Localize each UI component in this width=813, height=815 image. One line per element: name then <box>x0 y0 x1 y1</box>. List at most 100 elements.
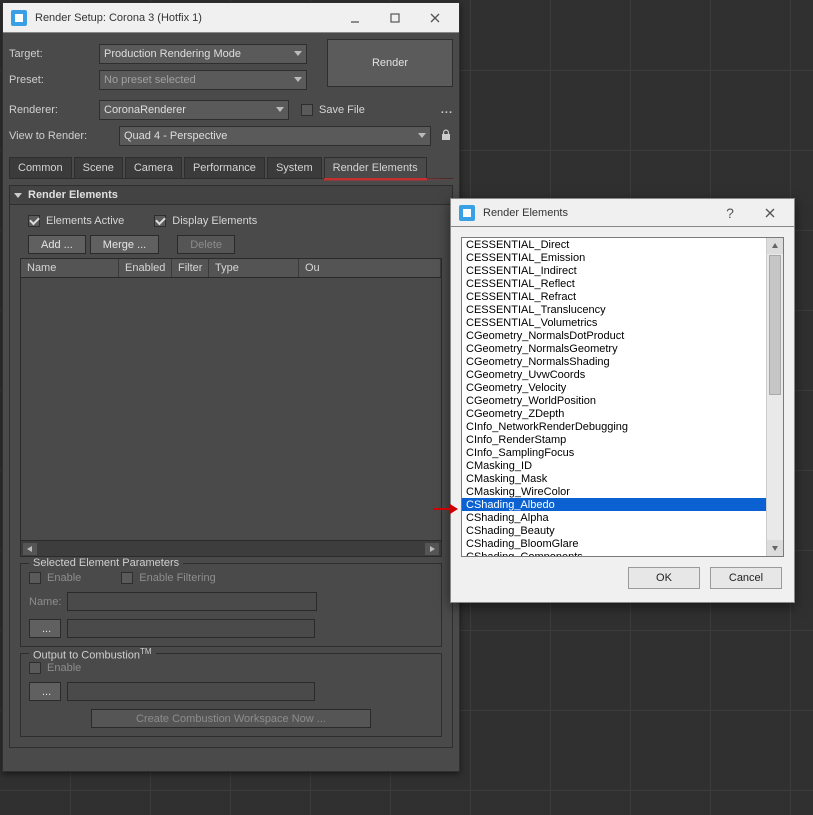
col-name[interactable]: Name <box>21 259 119 277</box>
tab-common[interactable]: Common <box>9 157 72 178</box>
combustion-legend: Output to CombustionTM <box>29 647 156 662</box>
tab-system[interactable]: System <box>267 157 322 178</box>
dialog-titlebar[interactable]: Render Elements ? <box>451 199 794 227</box>
table-header: Name Enabled Filter Type Ou <box>21 259 441 278</box>
scroll-right-icon[interactable] <box>425 543 439 555</box>
enable-filtering-checkbox[interactable]: Enable Filtering <box>121 572 215 584</box>
list-item[interactable]: CGeometry_NormalsShading <box>462 355 766 368</box>
list-item[interactable]: CESSENTIAL_Refract <box>462 290 766 303</box>
list-item[interactable]: CGeometry_ZDepth <box>462 407 766 420</box>
list-item[interactable]: CESSENTIAL_Volumetrics <box>462 316 766 329</box>
list-item[interactable]: CESSENTIAL_Emission <box>462 251 766 264</box>
checkbox-icon <box>29 662 41 674</box>
combustion-enable-checkbox[interactable]: Enable <box>29 662 433 674</box>
chevron-down-icon <box>276 107 284 112</box>
checkbox-icon <box>29 572 41 584</box>
display-elements-checkbox[interactable]: Display Elements <box>154 215 257 227</box>
render-button[interactable]: Render <box>327 39 453 87</box>
list-item[interactable]: CShading_Albedo <box>462 498 766 511</box>
render-elements-dialog: Render Elements ? CESSENTIAL_DirectCESSE… <box>450 198 795 603</box>
element-name-input[interactable] <box>67 592 317 611</box>
checkbox-icon <box>28 215 40 227</box>
element-name-label: Name: <box>29 596 61 608</box>
preset-select[interactable]: No preset selected <box>99 70 307 90</box>
selected-params-legend: Selected Element Parameters <box>29 557 183 569</box>
save-file-checkbox[interactable]: Save File <box>301 104 365 116</box>
list-item[interactable]: CMasking_Mask <box>462 472 766 485</box>
list-item[interactable]: CESSENTIAL_Translucency <box>462 303 766 316</box>
preset-label: Preset: <box>9 74 99 86</box>
list-item[interactable]: CShading_Beauty <box>462 524 766 537</box>
list-item[interactable]: CMasking_ID <box>462 459 766 472</box>
cancel-button[interactable]: Cancel <box>710 567 782 589</box>
checkbox-icon <box>154 215 166 227</box>
ok-button[interactable]: OK <box>628 567 700 589</box>
list-item[interactable]: CShading_Components <box>462 550 766 556</box>
col-output[interactable]: Ou <box>299 259 441 277</box>
app-icon <box>11 10 27 26</box>
list-item[interactable]: CShading_Alpha <box>462 511 766 524</box>
add-button[interactable]: Add ... <box>28 235 86 254</box>
collapse-icon <box>14 193 22 198</box>
list-item[interactable]: CGeometry_UvwCoords <box>462 368 766 381</box>
elements-table: Name Enabled Filter Type Ou <box>20 258 442 557</box>
renderer-label: Renderer: <box>9 104 99 116</box>
list-item[interactable]: CESSENTIAL_Direct <box>462 238 766 251</box>
list-item[interactable]: CInfo_SamplingFocus <box>462 446 766 459</box>
render-elements-rollout-header[interactable]: Render Elements <box>9 185 453 205</box>
element-path-browse[interactable]: ... <box>29 619 61 638</box>
create-combustion-button[interactable]: Create Combustion Workspace Now ... <box>91 709 371 728</box>
renderer-select[interactable]: CoronaRenderer <box>99 100 289 120</box>
list-item[interactable]: CInfo_RenderStamp <box>462 433 766 446</box>
merge-button[interactable]: Merge ... <box>90 235 159 254</box>
list-item[interactable]: CInfo_NetworkRenderDebugging <box>462 420 766 433</box>
combustion-path-input[interactable] <box>67 682 315 701</box>
vertical-scrollbar[interactable] <box>766 238 783 556</box>
tab-scene[interactable]: Scene <box>74 157 123 178</box>
delete-button[interactable]: Delete <box>177 235 235 254</box>
scroll-up-icon[interactable] <box>767 238 783 254</box>
list-item[interactable]: CESSENTIAL_Reflect <box>462 277 766 290</box>
scroll-down-icon[interactable] <box>767 540 783 556</box>
elements-active-checkbox[interactable]: Elements Active <box>28 215 124 227</box>
target-label: Target: <box>9 48 99 60</box>
save-file-browse[interactable]: ... <box>441 104 453 116</box>
list-item[interactable]: CGeometry_NormalsGeometry <box>462 342 766 355</box>
col-type[interactable]: Type <box>209 259 299 277</box>
setup-titlebar[interactable]: Render Setup: Corona 3 (Hotfix 1) <box>3 3 459 33</box>
list-item[interactable]: CGeometry_WorldPosition <box>462 394 766 407</box>
close-button[interactable] <box>415 4 455 32</box>
chevron-down-icon <box>294 51 302 56</box>
help-button[interactable]: ? <box>710 199 750 227</box>
annotation-arrow <box>434 504 458 514</box>
scroll-thumb[interactable] <box>769 255 781 395</box>
checkbox-icon <box>301 104 313 116</box>
minimize-button[interactable] <box>335 4 375 32</box>
horizontal-scrollbar[interactable] <box>21 540 441 556</box>
list-item[interactable]: CMasking_WireColor <box>462 485 766 498</box>
tabs: Common Scene Camera Performance System R… <box>9 157 453 179</box>
tab-render-elements[interactable]: Render Elements <box>324 157 427 178</box>
close-button[interactable] <box>750 199 790 227</box>
scroll-left-icon[interactable] <box>23 543 37 555</box>
target-select[interactable]: Production Rendering Mode <box>99 44 307 64</box>
list-item[interactable]: CShading_BloomGlare <box>462 537 766 550</box>
col-enabled[interactable]: Enabled <box>119 259 172 277</box>
list-item[interactable]: CESSENTIAL_Indirect <box>462 264 766 277</box>
enable-checkbox[interactable]: Enable <box>29 572 81 584</box>
chevron-down-icon <box>418 133 426 138</box>
combustion-path-browse[interactable]: ... <box>29 682 61 701</box>
render-setup-window: Render Setup: Corona 3 (Hotfix 1) Target… <box>2 2 460 772</box>
tab-camera[interactable]: Camera <box>125 157 182 178</box>
col-filter[interactable]: Filter <box>172 259 209 277</box>
view-select[interactable]: Quad 4 - Perspective <box>119 126 431 146</box>
chevron-down-icon <box>294 77 302 82</box>
maximize-button[interactable] <box>375 4 415 32</box>
element-path-input[interactable] <box>67 619 315 638</box>
table-body[interactable] <box>21 278 441 540</box>
element-list[interactable]: CESSENTIAL_DirectCESSENTIAL_EmissionCESS… <box>462 238 766 556</box>
list-item[interactable]: CGeometry_Velocity <box>462 381 766 394</box>
list-item[interactable]: CGeometry_NormalsDotProduct <box>462 329 766 342</box>
lock-icon[interactable] <box>439 128 453 145</box>
tab-performance[interactable]: Performance <box>184 157 265 178</box>
